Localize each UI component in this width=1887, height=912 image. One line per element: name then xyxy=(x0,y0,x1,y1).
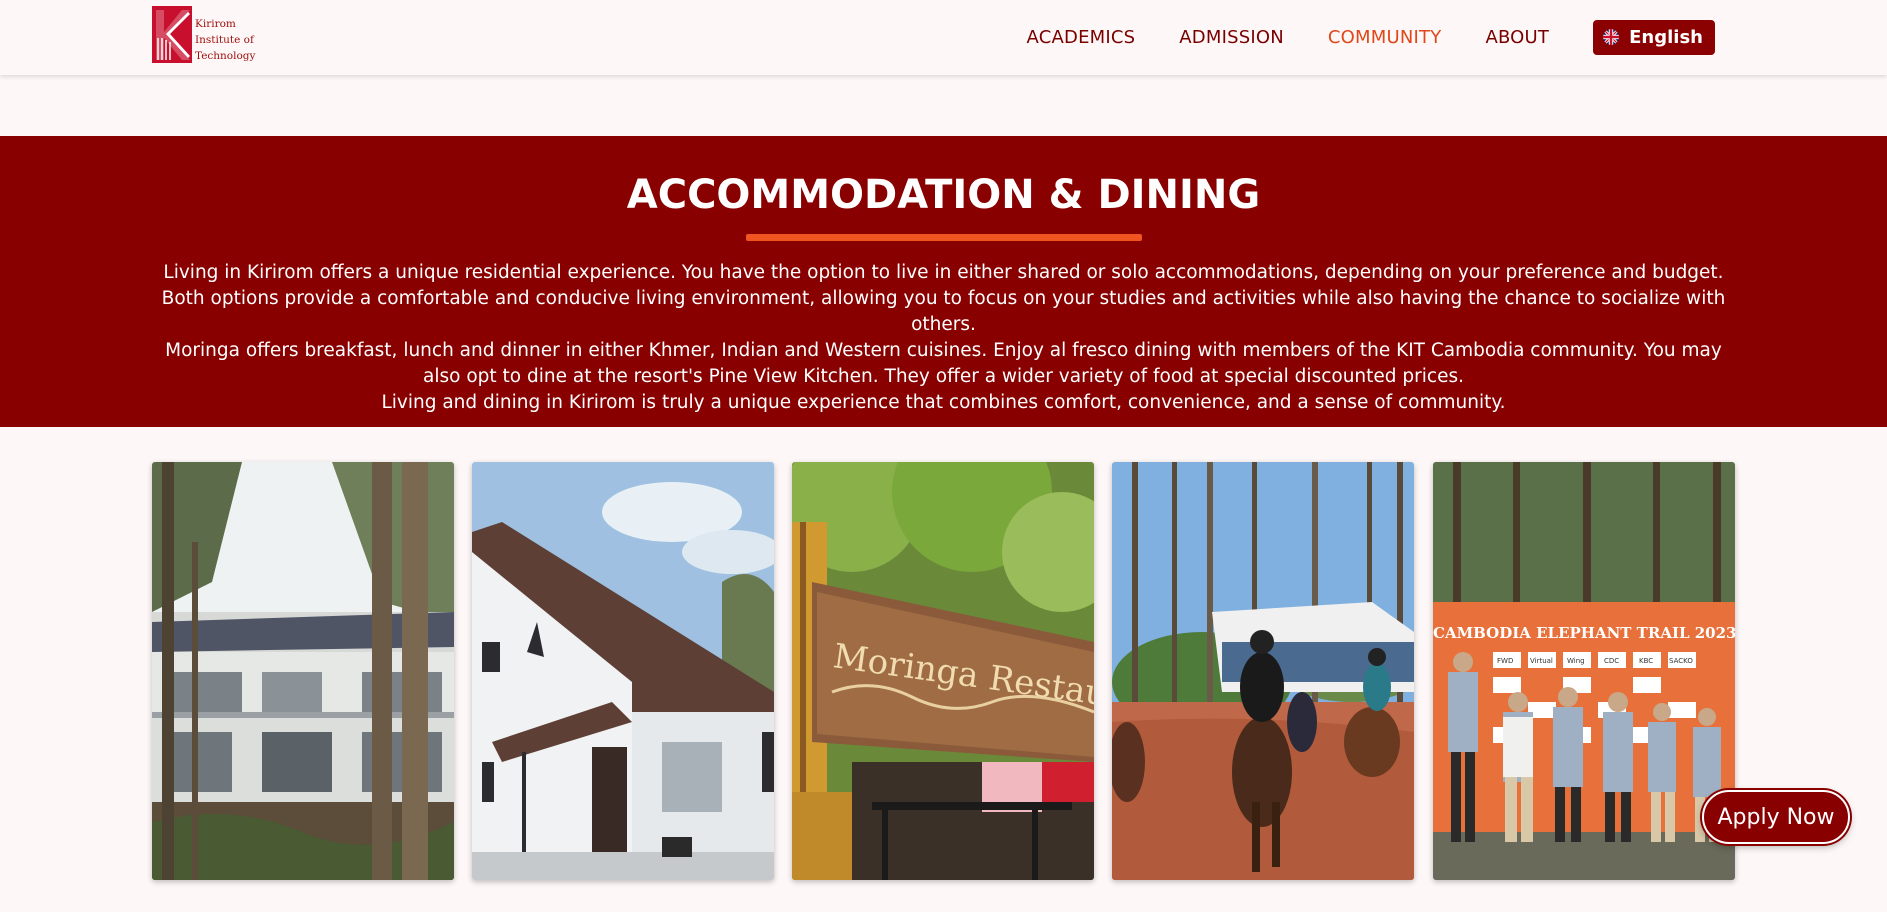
nav-academics[interactable]: ACADEMICS xyxy=(1027,27,1136,48)
logo-text: Kirirom Institute of Technology xyxy=(195,16,255,64)
section-title: ACCOMMODATION & DINING xyxy=(626,172,1261,218)
title-underline xyxy=(746,234,1142,241)
description-paragraph-1: Living in Kirirom offers a unique reside… xyxy=(161,262,1726,335)
event-banner-text: CAMBODIA ELEPHANT TRAIL 2023 xyxy=(1433,624,1735,642)
sponsor-logo-1: FWD xyxy=(1497,657,1513,665)
kit-logo[interactable]: Kirirom Institute of Technology xyxy=(152,6,262,64)
uk-flag-icon xyxy=(1603,29,1620,45)
photo-moringa-restaurant[interactable]: Moringa Restaurant xyxy=(792,462,1094,880)
photo-guest-house[interactable] xyxy=(472,462,774,880)
sponsor-logo-5: KBC xyxy=(1639,657,1653,665)
photo-elephant-trail-event[interactable]: CAMBODIA ELEPHANT TRAIL 2023 FWD Virtual… xyxy=(1433,462,1735,880)
site-header: Kirirom Institute of Technology ACADEMIC… xyxy=(0,0,1887,75)
apply-now-button[interactable]: Apply Now xyxy=(1702,790,1850,844)
sponsor-logo-3: Wing xyxy=(1567,657,1585,665)
photo-horse-riding[interactable] xyxy=(1112,462,1414,880)
nav-about[interactable]: ABOUT xyxy=(1485,27,1549,48)
moringa-restaurant-image: Moringa Restaurant xyxy=(792,462,1094,880)
photo-gallery: Moringa Restaurant CAMBODIA ELEPHANT TRA… xyxy=(152,462,1737,880)
sponsor-logo-6: SACKO xyxy=(1669,657,1693,665)
elephant-trail-image: CAMBODIA ELEPHANT TRAIL 2023 FWD Virtual… xyxy=(1433,462,1735,880)
nav-community[interactable]: COMMUNITY xyxy=(1328,27,1442,48)
horse-riding-image xyxy=(1112,462,1414,880)
main-nav: ACADEMICS ADMISSION COMMUNITY ABOUT Engl… xyxy=(983,19,1715,55)
accommodation-dining-banner: ACCOMMODATION & DINING Living in Kirirom… xyxy=(0,136,1887,427)
logo-line-1: Kirirom xyxy=(195,18,236,30)
sponsor-logo-2: Virtual xyxy=(1530,657,1553,665)
language-label: English xyxy=(1629,26,1703,48)
dormitory-image xyxy=(152,462,454,880)
nav-admission[interactable]: ADMISSION xyxy=(1179,27,1284,48)
section-description: Living in Kirirom offers a unique reside… xyxy=(160,260,1727,416)
logo-line-3: Technology xyxy=(195,50,256,62)
logo-line-2: Institute of xyxy=(195,34,254,46)
description-paragraph-2: Moringa offers breakfast, lunch and dinn… xyxy=(165,340,1722,387)
kit-logo-icon xyxy=(152,6,192,63)
language-button[interactable]: English xyxy=(1593,19,1715,55)
photo-dormitory-building[interactable] xyxy=(152,462,454,880)
description-paragraph-3: Living and dining in Kirirom is truly a … xyxy=(381,392,1506,413)
guest-house-image xyxy=(472,462,774,880)
sponsor-logo-4: CDC xyxy=(1604,657,1619,665)
